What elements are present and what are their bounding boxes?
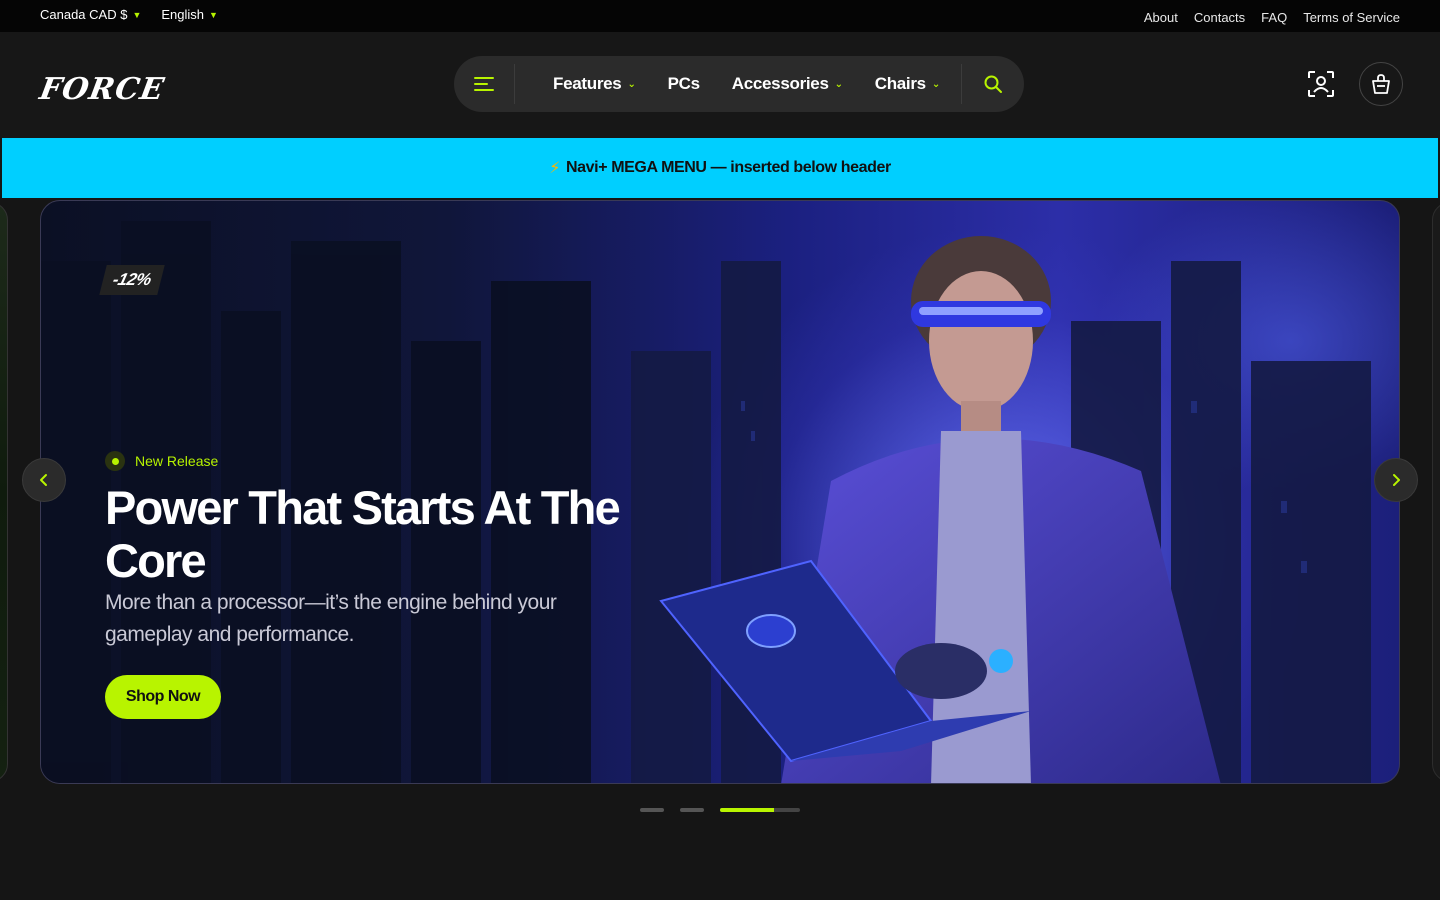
lightning-icon: ⚡ — [549, 160, 561, 177]
utility-links: About Contacts FAQ Terms of Service — [1144, 10, 1400, 25]
locale-selectors: Canada CAD $ ▼ English ▼ — [40, 7, 218, 22]
chevron-down-icon: ▼ — [132, 9, 142, 20]
terms-link[interactable]: Terms of Service — [1303, 10, 1400, 25]
chevron-left-icon — [40, 474, 47, 486]
chevron-down-icon: ⌄ — [834, 78, 843, 90]
contacts-link[interactable]: Contacts — [1194, 10, 1245, 25]
tag-label: New Release — [135, 453, 219, 469]
slide-dot-2[interactable] — [680, 808, 704, 812]
nav-links: Features ⌄ PCs Accessories ⌄ Chairs ⌄ — [515, 74, 961, 94]
slide-pagination — [640, 808, 800, 812]
nav-item-label: Accessories — [731, 74, 829, 93]
faq-link[interactable]: FAQ — [1261, 10, 1287, 25]
nav-item-pcs[interactable]: PCs — [668, 74, 700, 94]
language-label: English — [161, 7, 205, 22]
hero-description: More than a processor—it’s the engine be… — [105, 591, 557, 646]
user-icon — [1308, 71, 1334, 97]
search-icon — [984, 75, 1002, 93]
discount-badge: -12% — [99, 265, 165, 295]
chevron-down-icon: ⌄ — [931, 78, 940, 90]
top-bar: Canada CAD $ ▼ English ▼ About Contacts … — [0, 0, 1440, 32]
next-slide-button[interactable] — [1374, 458, 1418, 502]
nav-item-chairs[interactable]: Chairs ⌄ — [874, 74, 941, 94]
currency-selector[interactable]: Canada CAD $ ▼ — [40, 7, 141, 22]
chevron-down-icon: ⌄ — [627, 78, 636, 90]
search-button[interactable] — [962, 56, 1024, 112]
previous-slide-peek[interactable] — [0, 202, 8, 782]
main-nav: Features ⌄ PCs Accessories ⌄ Chairs ⌄ — [454, 56, 1024, 112]
menu-icon — [474, 77, 494, 91]
nav-item-label: Chairs — [874, 74, 926, 93]
slide-progress-fill — [720, 808, 775, 812]
previous-slide-button[interactable] — [22, 458, 66, 502]
nav-item-label: Features — [553, 74, 622, 93]
language-selector[interactable]: English ▼ — [161, 7, 218, 22]
nav-item-features[interactable]: Features ⌄ — [553, 74, 636, 94]
next-slide-peek[interactable] — [1432, 202, 1440, 782]
new-release-tag: New Release — [105, 451, 218, 471]
account-button[interactable] — [1299, 62, 1343, 106]
status-dot-icon — [105, 451, 125, 471]
hero-slide: -12% New Release Power That Starts At Th… — [40, 200, 1400, 784]
chevron-down-icon: ▼ — [209, 9, 218, 20]
mega-menu-banner: ⚡ Navi+ MEGA MENU — inserted below heade… — [2, 138, 1438, 198]
hero-slider: -12% New Release Power That Starts At Th… — [0, 198, 1440, 838]
hero-title: Power That Starts At The Core — [105, 481, 621, 587]
logo[interactable]: FORCE — [37, 72, 167, 107]
hero-person-image — [659, 236, 1221, 783]
about-link[interactable]: About — [1144, 10, 1178, 25]
mega-menu-text: Navi+ MEGA MENU — inserted below header — [566, 159, 891, 176]
cart-icon — [1372, 74, 1390, 94]
cart-button[interactable] — [1359, 62, 1403, 106]
currency-label: Canada CAD $ — [40, 7, 128, 22]
menu-button[interactable] — [454, 56, 514, 112]
slide-dot-1[interactable] — [640, 808, 664, 812]
chevron-right-icon — [1393, 474, 1400, 486]
site-header: FORCE Features ⌄ PCs Accessories ⌄ Chair… — [0, 32, 1440, 138]
shop-now-button[interactable]: Shop Now — [105, 675, 221, 719]
slide-dot-3-active[interactable] — [720, 808, 800, 812]
nav-item-label: PCs — [667, 74, 700, 93]
nav-item-accessories[interactable]: Accessories ⌄ — [732, 74, 843, 94]
